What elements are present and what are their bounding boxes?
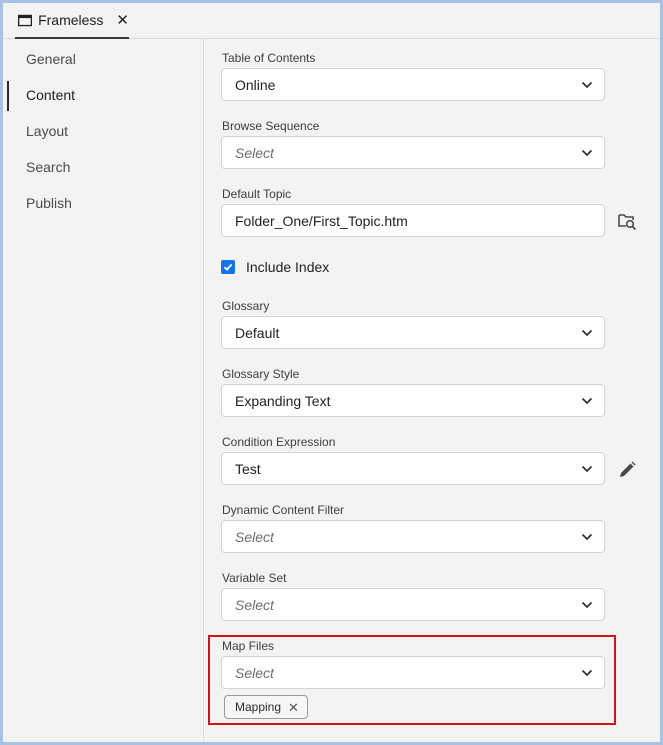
sidebar-item-search[interactable]: Search [3, 151, 204, 183]
sidebar-item-content[interactable]: Content [3, 79, 204, 111]
default-topic-label: Default Topic [222, 187, 292, 201]
content-panel: Table of Contents Online Browse Sequence… [204, 39, 660, 742]
window-icon [18, 14, 33, 26]
checkbox-checked-icon [221, 260, 235, 274]
close-icon[interactable]: ✕ [288, 701, 299, 714]
glossary-style-dropdown[interactable]: Expanding Text [221, 384, 605, 417]
map-files-dropdown[interactable]: Select [221, 656, 605, 689]
browse-folder-icon[interactable] [617, 211, 637, 231]
browse-sequence-dropdown[interactable]: Select [221, 136, 605, 169]
toc-label: Table of Contents [222, 51, 316, 65]
sidebar-item-label: General [26, 51, 76, 67]
glossary-label: Glossary [222, 299, 270, 313]
glossary-value: Default [235, 324, 280, 341]
sidebar-item-label: Content [26, 87, 76, 103]
chevron-down-icon [581, 601, 593, 609]
condition-expression-dropdown[interactable]: Test [221, 452, 605, 485]
sidebar-item-layout[interactable]: Layout [3, 115, 204, 147]
sidebar-item-label: Publish [26, 195, 72, 211]
chevron-down-icon [581, 329, 593, 337]
browse-sequence-label: Browse Sequence [222, 119, 320, 133]
dynamic-content-filter-value: Select [235, 528, 274, 545]
glossary-style-value: Expanding Text [235, 392, 331, 409]
map-files-tag: Mapping ✕ [224, 695, 308, 719]
tag-label: Mapping [235, 700, 282, 714]
glossary-dropdown[interactable]: Default [221, 316, 605, 349]
sidebar: General Content Layout Search Publish [3, 39, 204, 742]
toc-value: Online [235, 76, 276, 93]
condition-expression-value: Test [235, 460, 261, 477]
include-index-checkbox[interactable]: Include Index [221, 259, 329, 275]
glossary-style-label: Glossary Style [222, 367, 300, 381]
variable-set-label: Variable Set [222, 571, 287, 585]
map-files-label: Map Files [222, 639, 275, 653]
sidebar-item-general[interactable]: General [3, 43, 204, 75]
chevron-down-icon [581, 397, 593, 405]
include-index-label: Include Index [246, 259, 330, 275]
dynamic-content-filter-label: Dynamic Content Filter [222, 503, 345, 517]
chevron-down-icon [581, 149, 593, 157]
tab-bar: Frameless ✕ [3, 3, 660, 39]
tab-frameless[interactable]: Frameless ✕ [15, 3, 129, 39]
window-frame: Frameless ✕ General Content Layout Searc… [0, 0, 663, 745]
chevron-down-icon [581, 81, 593, 89]
sidebar-item-publish[interactable]: Publish [3, 187, 204, 219]
chevron-down-icon [581, 533, 593, 541]
pencil-icon[interactable] [617, 460, 637, 480]
variable-set-value: Select [235, 596, 274, 613]
chevron-down-icon [581, 669, 593, 677]
sidebar-item-label: Layout [26, 123, 69, 139]
variable-set-dropdown[interactable]: Select [221, 588, 605, 621]
condition-expression-label: Condition Expression [222, 435, 336, 449]
browse-sequence-value: Select [235, 144, 274, 161]
map-files-value: Select [235, 664, 274, 681]
default-topic-input[interactable] [221, 204, 605, 237]
close-icon[interactable]: ✕ [116, 13, 129, 28]
sidebar-item-label: Search [26, 159, 71, 175]
dynamic-content-filter-dropdown[interactable]: Select [221, 520, 605, 553]
chevron-down-icon [581, 465, 593, 473]
toc-dropdown[interactable]: Online [221, 68, 605, 101]
tab-label: Frameless [38, 12, 104, 28]
